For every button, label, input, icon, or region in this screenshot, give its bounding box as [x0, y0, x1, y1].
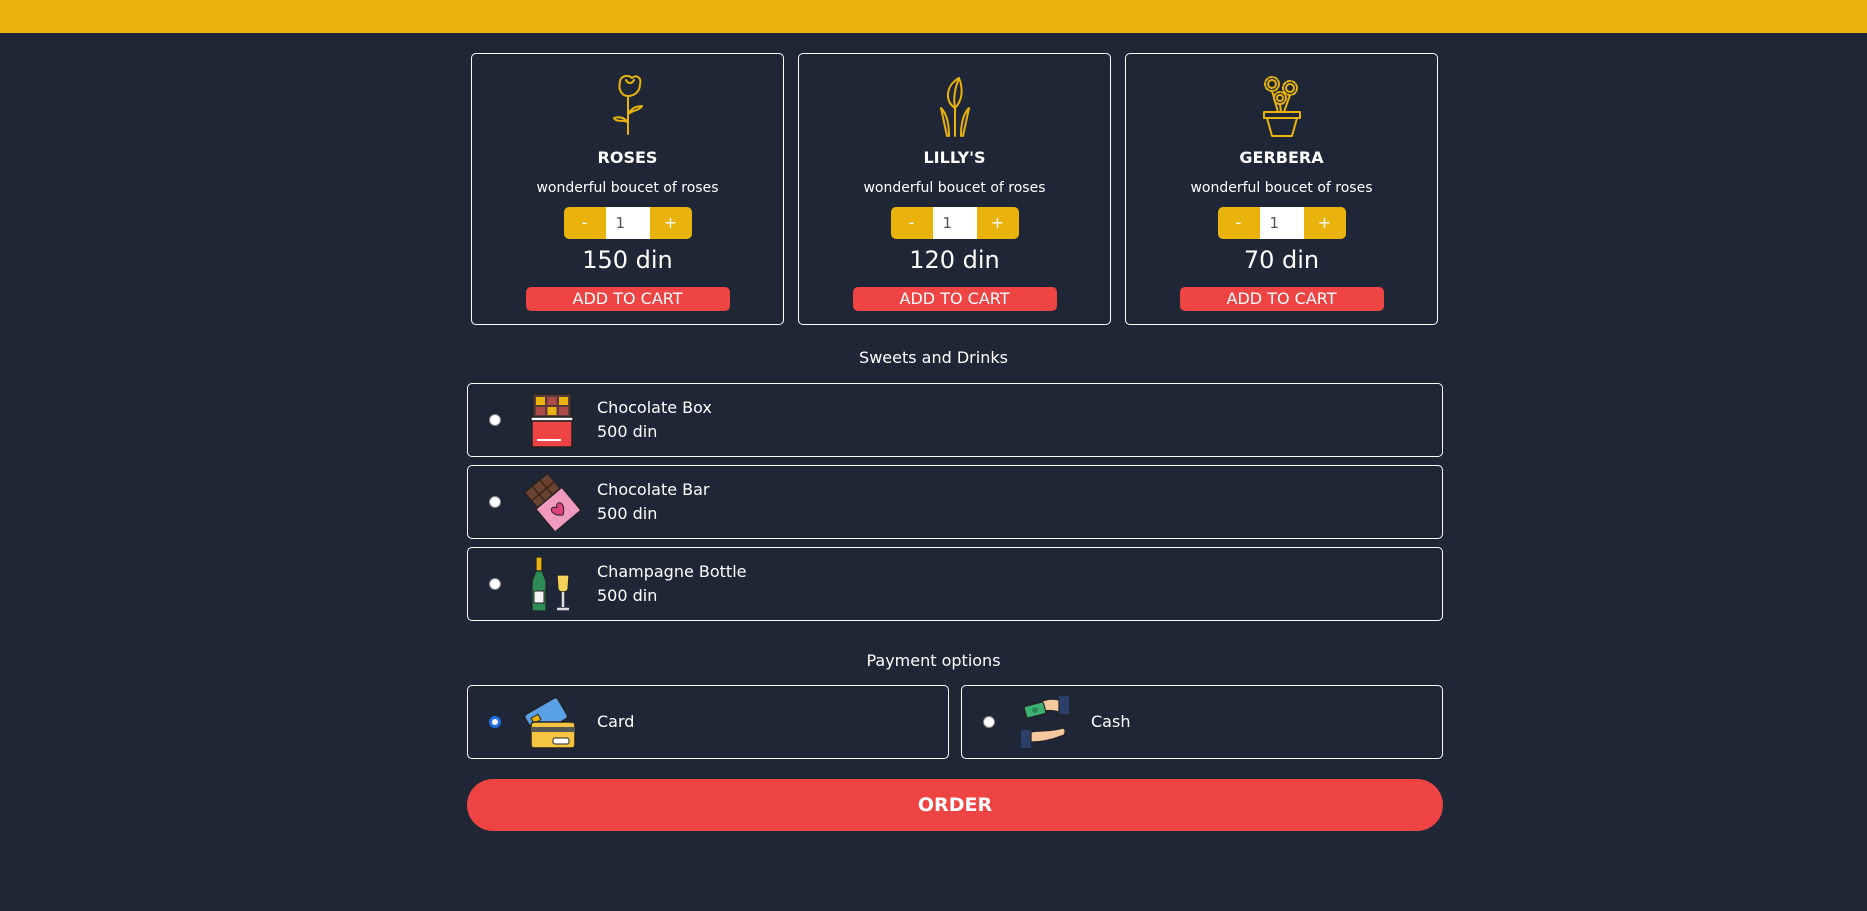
- product-list: ROSES wonderful boucet of roses - 1 + 15…: [471, 53, 1439, 327]
- payment-radio-selected[interactable]: [489, 716, 501, 728]
- product-price: 120 din: [909, 246, 1000, 274]
- payment-section-title: Payment options: [866, 651, 1001, 670]
- product-card-roses: ROSES wonderful boucet of roses - 1 + 15…: [471, 53, 784, 325]
- quantity-stepper: - 1 +: [890, 207, 1019, 239]
- product-name: ROSES: [597, 148, 658, 167]
- product-description: wonderful boucet of roses: [863, 180, 1046, 196]
- decrease-button[interactable]: -: [1217, 207, 1260, 239]
- rose-icon: [612, 74, 643, 135]
- sweets-section-title: Sweets and Drinks: [859, 348, 1008, 367]
- sweet-price: 500 din: [597, 504, 658, 523]
- product-price: 70 din: [1243, 246, 1320, 274]
- quantity-stepper: - 1 +: [1217, 207, 1346, 239]
- potted-flower-icon: [1262, 76, 1301, 137]
- payment-radio[interactable]: [983, 716, 995, 728]
- quantity-input[interactable]: 1: [605, 207, 650, 239]
- add-to-cart-button[interactable]: ADD TO CART: [525, 287, 730, 311]
- sweet-price: 500 din: [597, 422, 658, 441]
- sweet-name: Champagne Bottle: [597, 562, 747, 581]
- sweet-option-chocolate-box[interactable]: Chocolate Box 500 din: [467, 383, 1443, 457]
- product-card-lillys: LILLY'S wonderful boucet of roses - 1 + …: [798, 53, 1111, 325]
- sweet-option-chocolate-bar[interactable]: Chocolate Bar 500 din: [467, 465, 1443, 539]
- add-to-cart-button[interactable]: ADD TO CART: [852, 287, 1057, 311]
- lily-icon: [939, 77, 970, 137]
- increase-button[interactable]: +: [1303, 207, 1346, 239]
- increase-button[interactable]: +: [976, 207, 1019, 239]
- product-description: wonderful boucet of roses: [536, 180, 719, 196]
- credit-card-icon: [524, 696, 576, 749]
- sweet-option-champagne-bottle[interactable]: Champagne Bottle 500 din: [467, 547, 1443, 621]
- champagne-icon: [531, 556, 570, 612]
- payment-option-card[interactable]: Card: [467, 685, 949, 759]
- product-card-gerbera: GERBERA wonderful boucet of roses - 1 + …: [1125, 53, 1438, 325]
- quantity-stepper: - 1 +: [563, 207, 692, 239]
- product-name: GERBERA: [1239, 148, 1324, 167]
- quantity-input[interactable]: 1: [932, 207, 977, 239]
- product-price: 150 din: [582, 246, 673, 274]
- product-description: wonderful boucet of roses: [1190, 180, 1373, 196]
- quantity-input[interactable]: 1: [1259, 207, 1304, 239]
- increase-button[interactable]: +: [649, 207, 692, 239]
- payment-option-cash[interactable]: Cash: [961, 685, 1443, 759]
- add-to-cart-button[interactable]: ADD TO CART: [1179, 287, 1384, 311]
- order-button[interactable]: ORDER: [467, 779, 1443, 831]
- decrease-button[interactable]: -: [563, 207, 606, 239]
- sweet-radio[interactable]: [489, 414, 501, 426]
- payment-label: Cash: [1091, 712, 1131, 731]
- sweet-radio[interactable]: [489, 578, 501, 590]
- sweet-price: 500 din: [597, 586, 658, 605]
- payment-label: Card: [597, 712, 635, 731]
- top-bar: [0, 0, 1867, 33]
- chocolate-box-icon: [530, 393, 574, 448]
- product-name: LILLY'S: [923, 148, 986, 167]
- sweet-name: Chocolate Box: [597, 398, 712, 417]
- decrease-button[interactable]: -: [890, 207, 933, 239]
- sweet-radio[interactable]: [489, 496, 501, 508]
- sweet-name: Chocolate Bar: [597, 480, 710, 499]
- cash-hand-icon: [1021, 696, 1069, 748]
- chocolate-bar-icon: [523, 473, 581, 531]
